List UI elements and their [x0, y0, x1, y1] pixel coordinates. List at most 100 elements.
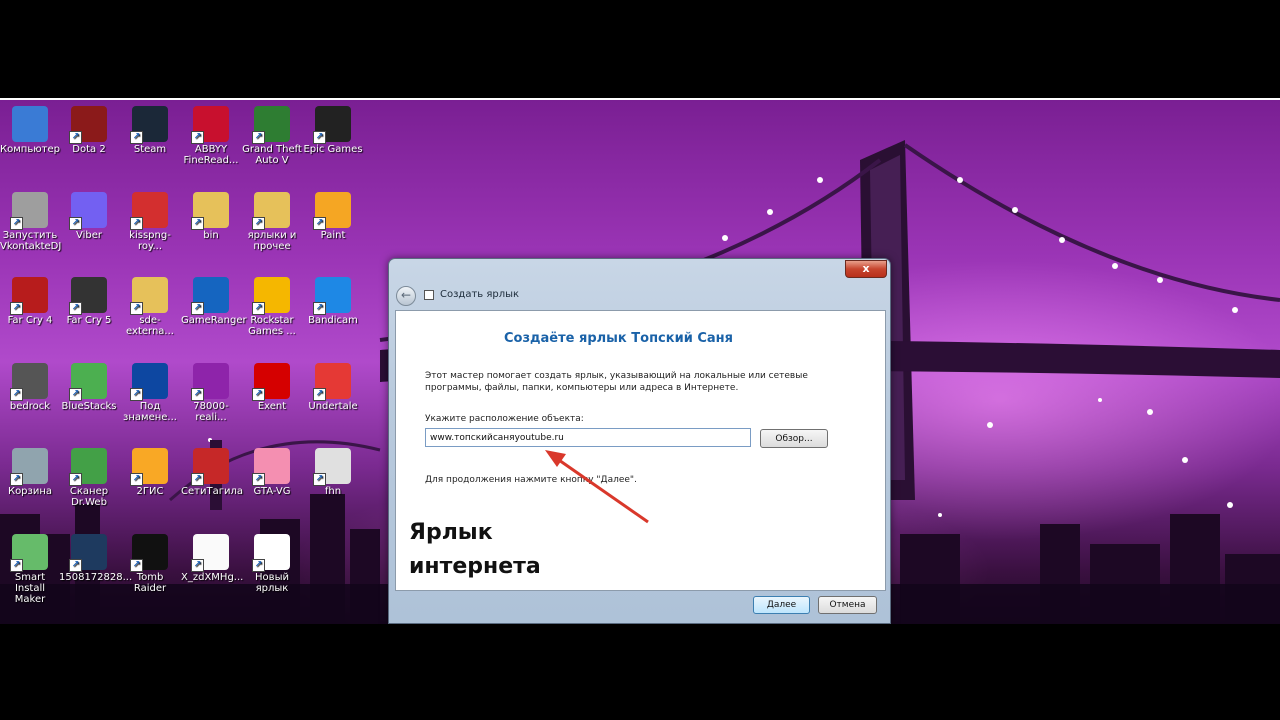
desktop-icon-label: bin	[203, 230, 219, 241]
shortcut-arrow-icon: ↗	[130, 559, 143, 572]
desktop-icon[interactable]: ↗ BlueStacks	[59, 363, 119, 412]
wizard-description: Этот мастер помогает создать ярлык, указ…	[425, 371, 808, 393]
desktop-icon-label: ярлыки и прочее	[247, 230, 297, 252]
desktop-icon[interactable]: ↗ Dota 2	[59, 106, 119, 155]
desktop-icon[interactable]: ↗ Exent	[242, 363, 302, 412]
2gis-icon: ↗	[130, 448, 168, 486]
abbyy-icon: ↗	[191, 106, 229, 144]
bandicam-icon: ↗	[313, 277, 351, 315]
desktop-icon[interactable]: ↗ GameRanger	[181, 277, 247, 326]
shortcut-arrow-icon: ↗	[313, 302, 326, 315]
bedrock-icon: ↗	[10, 363, 48, 401]
paint-icon: ↗	[313, 192, 351, 230]
desktop-icon-label: Paint	[320, 230, 346, 241]
shortcut-file-icon: ↗	[252, 534, 290, 572]
close-button[interactable]: x	[845, 260, 887, 278]
shortcut-arrow-icon: ↗	[69, 388, 82, 401]
desktop-icon[interactable]: ↗ 1508172828...	[59, 534, 133, 583]
desktop-icon[interactable]: ↗ X_zdXMHg...	[181, 534, 244, 583]
desktop-icon-label: X_zdXMHg...	[181, 572, 244, 583]
desktop-icon-label: Epic Games	[303, 144, 363, 155]
shortcut-arrow-icon: ↗	[191, 217, 204, 230]
desktop-icon[interactable]: ↗ Grand Theft Auto V	[242, 106, 302, 166]
game-icon: ↗	[130, 363, 168, 401]
desktop-icon[interactable]: ↗ Bandicam	[303, 277, 363, 326]
location-input[interactable]: www.топскийсаняyoutube.ru	[425, 428, 751, 447]
desktop-icon-label: Bandicam	[308, 315, 358, 326]
next-button[interactable]: Далее	[753, 596, 810, 614]
desktop-icon[interactable]: ↗ Запустить VkontakteDJ	[0, 192, 62, 252]
desktop-icon[interactable]: ↗ Корзина	[0, 448, 60, 497]
desktop-icon-label: Tomb Raider	[133, 572, 167, 594]
desktop-icon-label: ABBYY FineRead...	[183, 144, 239, 166]
image-file-icon: ↗	[191, 534, 229, 572]
desktop-icon[interactable]: ↗ 2ГИС	[120, 448, 180, 497]
desktop-icon-label: Far Cry 4	[7, 315, 53, 326]
steam-icon: ↗	[130, 106, 168, 144]
desktop-icon-label: 1508172828...	[59, 572, 133, 583]
shortcut-arrow-icon: ↗	[10, 473, 23, 486]
desktop-icon-label: Viber	[75, 230, 102, 241]
computer-icon	[12, 106, 48, 142]
shortcut-arrow-icon: ↗	[191, 302, 204, 315]
dota-icon: ↗	[69, 106, 107, 144]
desktop-icon[interactable]: ↗ Undertale	[303, 363, 363, 412]
desktop-icon[interactable]: Компьютер	[0, 106, 60, 155]
dialog-title: Создать ярлык	[440, 289, 520, 300]
desktop-icon[interactable]: ↗ Под знамене...	[120, 363, 180, 423]
gta-icon: ↗	[252, 106, 290, 144]
shortcut-arrow-icon: ↗	[252, 559, 265, 572]
desktop-icon[interactable]: ↗ Paint	[303, 192, 363, 241]
desktop-icon[interactable]: ↗ СетиТагила	[181, 448, 243, 497]
cancel-button[interactable]: Отмена	[818, 596, 877, 614]
desktop-icon[interactable]: ↗ Новый ярлык	[242, 534, 302, 594]
desktop-icon-label: 2ГИС	[136, 486, 164, 497]
drweb-icon: ↗	[69, 448, 107, 486]
shortcut-arrow-icon: ↗	[10, 559, 23, 572]
overlay-caption-line2: интернета	[409, 554, 541, 579]
desktop-icon[interactable]: ↗ Steam	[120, 106, 180, 155]
file-icon: ↗	[313, 448, 351, 486]
desktop-icon[interactable]: ↗ Сканер Dr.Web	[59, 448, 119, 508]
bluestacks-icon: ↗	[69, 363, 107, 401]
desktop-icon[interactable]: ↗ Smart Install Maker	[0, 534, 60, 605]
desktop-icon-label: Компьютер	[0, 144, 60, 155]
seti-icon: ↗	[191, 448, 229, 486]
folder-icon: ↗	[252, 192, 290, 230]
desktop-icon[interactable]: ↗ Far Cry 4	[0, 277, 60, 326]
desktop-icon[interactable]: ↗ fhn	[303, 448, 363, 497]
shortcut-arrow-icon: ↗	[10, 217, 23, 230]
desktop-icon[interactable]: ↗ bin	[181, 192, 241, 241]
desktop-icon[interactable]: ↗ Rockstar Games ...	[242, 277, 302, 337]
shortcut-arrow-icon: ↗	[130, 131, 143, 144]
desktop-icon[interactable]: ↗ Far Cry 5	[59, 277, 119, 326]
shortcut-arrow-icon: ↗	[69, 559, 82, 572]
desktop-icon[interactable]: ↗ sde-externa...	[120, 277, 180, 337]
desktop-icon-label: kisspng-roy...	[129, 230, 171, 252]
desktop-icon-label: Запустить VkontakteDJ	[0, 230, 62, 252]
desktop-icon[interactable]: ↗ Viber	[59, 192, 119, 241]
rockstar-icon: ↗	[252, 277, 290, 315]
image-file-icon: ↗	[252, 448, 290, 486]
shortcut-arrow-icon: ↗	[313, 217, 326, 230]
desktop-icon-label: Undertale	[308, 401, 358, 412]
desktop-icon[interactable]: ↗ ABBYY FineRead...	[181, 106, 241, 166]
desktop-icon[interactable]: ↗ kisspng-roy...	[120, 192, 180, 252]
desktop-icon-label: bedrock	[9, 401, 51, 412]
shortcut-arrow-icon: ↗	[252, 388, 265, 401]
shortcut-arrow-icon: ↗	[252, 217, 265, 230]
desktop-icon-label: Dota 2	[72, 144, 106, 155]
overlay-caption-line1: Ярлык	[409, 520, 493, 545]
back-arrow-icon[interactable]: ←	[396, 286, 416, 306]
winrar-icon: ↗	[191, 363, 229, 401]
desktop-icon[interactable]: ↗ ярлыки и прочее	[242, 192, 302, 252]
desktop-icon[interactable]: ↗ GTA-VG	[242, 448, 302, 497]
browse-button[interactable]: Обзор...	[760, 429, 828, 448]
shortcut-arrow-icon: ↗	[69, 131, 82, 144]
viber-icon: ↗	[69, 192, 107, 230]
desktop-icon[interactable]: ↗ Epic Games	[303, 106, 363, 155]
farcry5-icon: ↗	[69, 277, 107, 315]
desktop-icon[interactable]: ↗ 78000-reali...	[181, 363, 241, 423]
desktop-icon[interactable]: ↗ bedrock	[0, 363, 60, 412]
desktop-icon[interactable]: ↗ Tomb Raider	[120, 534, 180, 594]
